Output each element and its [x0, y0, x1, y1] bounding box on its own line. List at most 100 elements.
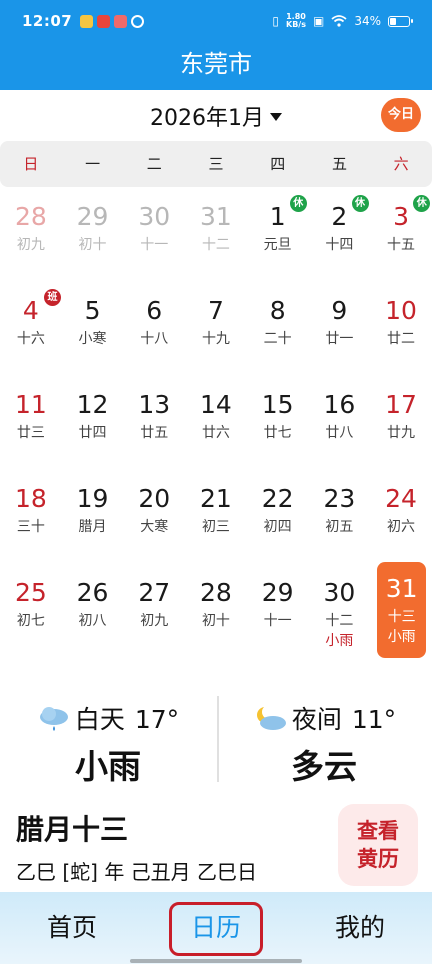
status-time: 12:07 [22, 12, 73, 30]
weather-day-condition: 小雨 [75, 747, 141, 786]
status-bar: 12:07 ▯ 1.80 KB/s ▣ 34% [0, 0, 432, 42]
huangli-line2: 黄历 [357, 847, 399, 871]
lunar-day: 初三 [201, 519, 230, 535]
day-number: 28 [14, 202, 47, 231]
rain-cloud-icon [39, 707, 68, 731]
lunar-day: 初四 [263, 519, 292, 535]
net-speed-unit: KB/s [286, 20, 306, 29]
day-number: 9 [331, 296, 348, 325]
calendar-day-cell[interactable]: 6 十八 [123, 284, 185, 374]
calendar-day-cell[interactable]: 18 三十 [0, 472, 62, 562]
day-number: 25 [14, 578, 47, 607]
calendar-day-cell[interactable]: 31 十三 小雨 [377, 562, 427, 658]
weekday-label: 日 [23, 155, 39, 173]
view-huangli-button[interactable]: 查看 黄历 [338, 804, 418, 886]
calendar-day-cell[interactable]: 24 初六 [370, 472, 432, 562]
month-bar: 2026年1月 [0, 92, 432, 138]
calendar-day-cell[interactable]: 27 初九 [123, 566, 185, 656]
lunar-day: 二十 [263, 331, 292, 347]
lunar-day: 初九 [140, 613, 169, 629]
calendar-day-cell[interactable]: 12 廿四 [62, 378, 124, 468]
today-button[interactable]: 今日 [381, 98, 421, 132]
calendar-day-cell[interactable]: 16 廿八 [309, 378, 371, 468]
calendar-day-cell[interactable]: 23 初五 [309, 472, 371, 562]
sync-notification-icon [131, 14, 145, 28]
rest-day-badge: 休 [289, 195, 307, 212]
lunar-day: 初五 [325, 519, 354, 535]
day-number: 6 [146, 296, 163, 325]
calendar-day-cell[interactable]: 8 二十 [247, 284, 309, 374]
weather-day: 白天 17° 小雨 [0, 690, 216, 790]
weather-night-label: 夜间 [291, 705, 342, 734]
lunar-day: 十六 [16, 331, 45, 347]
day-number: 16 [323, 390, 356, 419]
lunar-day: 十三 [387, 609, 416, 625]
calendar-day-cell[interactable]: 29 十一 [247, 566, 309, 656]
home-indicator[interactable] [130, 959, 302, 963]
calendar-day-cell[interactable]: 30 十二 小雨 [309, 566, 371, 656]
calendar-day-cell[interactable]: 11 廿三 [0, 378, 62, 468]
calendar-day-cell[interactable]: 13 廿五 [123, 378, 185, 468]
calendar-day-cell[interactable]: 9 廿一 [309, 284, 371, 374]
lunar-day: 十一 [140, 237, 169, 253]
lunar-day: 大寒 [140, 519, 169, 535]
city-title[interactable]: 东莞市 [0, 42, 432, 90]
month-selector[interactable]: 2026年1月 [0, 100, 432, 132]
status-right: ▯ 1.80 KB/s ▣ 34% [272, 13, 413, 29]
calendar-day-cell[interactable]: 10 廿二 [370, 284, 432, 374]
calendar-day-cell[interactable]: 29 初十 [62, 190, 124, 280]
calendar-day-cell[interactable]: 2 十四休 [309, 190, 371, 280]
lunar-day: 十一 [263, 613, 292, 629]
tab-mine[interactable]: 我的 [288, 892, 432, 964]
calendar-day-cell[interactable]: 4 十六班 [0, 284, 62, 374]
day-number: 23 [323, 484, 356, 513]
tab-home[interactable]: 首页 [0, 892, 144, 964]
lunar-day: 廿一 [325, 331, 354, 347]
calendar-day-cell[interactable]: 3 十五休 [370, 190, 432, 280]
calendar-day-cell[interactable]: 15 廿七 [247, 378, 309, 468]
day-number: 29 [261, 578, 294, 607]
calendar-day-cell[interactable]: 19 腊月 [62, 472, 124, 562]
lunar-date: 腊月十三 [16, 813, 129, 846]
lunar-day: 初七 [16, 613, 45, 629]
lunar-day: 廿九 [387, 425, 416, 441]
calendar-day-cell[interactable]: 28 初十 [185, 566, 247, 656]
month-label: 2026年1月 [150, 106, 264, 131]
calendar-day-cell[interactable]: 21 初三 [185, 472, 247, 562]
rest-day-badge: 休 [351, 195, 369, 212]
calendar-day-cell[interactable]: 1 元旦休 [247, 190, 309, 280]
ganzhi-text: 乙巳 [蛇] 年 己丑月 乙巳日 [16, 860, 258, 884]
lunar-day: 腊月 [78, 519, 107, 535]
day-number: 8 [269, 296, 286, 325]
day-number: 5 [84, 296, 101, 325]
network-speed: 1.80 KB/s [286, 13, 306, 29]
day-number: 14 [200, 390, 232, 419]
calendar-day-cell[interactable]: 31 十二 [185, 190, 247, 280]
weather-day-label: 白天 [74, 705, 125, 734]
lunar-day: 初十 [201, 613, 230, 629]
lunar-day: 廿二 [387, 331, 416, 347]
sim-icon: ▣ [312, 14, 325, 28]
calendar-day-cell[interactable]: 17 廿九 [370, 378, 432, 468]
lunar-day: 初八 [78, 613, 107, 629]
vibrate-icon: ▯ [272, 14, 279, 28]
calendar-day-cell[interactable]: 5 小寒 [62, 284, 124, 374]
day-number: 11 [14, 390, 47, 419]
weather-night-condition: 多云 [291, 747, 357, 786]
lunar-day: 十九 [201, 331, 230, 347]
calendar-day-cell[interactable]: 14 廿六 [185, 378, 247, 468]
day-number: 28 [200, 578, 232, 607]
news-notification-icon [114, 14, 128, 28]
calendar-day-cell[interactable]: 20 大寒 [123, 472, 185, 562]
day-number: 30 [138, 202, 171, 231]
calendar-day-cell[interactable]: 28 初九 [0, 190, 62, 280]
app-notification-icon [97, 14, 111, 28]
calendar-day-cell[interactable]: 25 初七 [0, 566, 62, 656]
day-number: 15 [261, 390, 294, 419]
lunar-day: 三十 [16, 519, 45, 535]
calendar-day-cell[interactable]: 26 初八 [62, 566, 124, 656]
weekday-label: 五 [331, 155, 347, 173]
calendar-day-cell[interactable]: 7 十九 [185, 284, 247, 374]
calendar-day-cell[interactable]: 22 初四 [247, 472, 309, 562]
calendar-day-cell[interactable]: 30 十一 [123, 190, 185, 280]
